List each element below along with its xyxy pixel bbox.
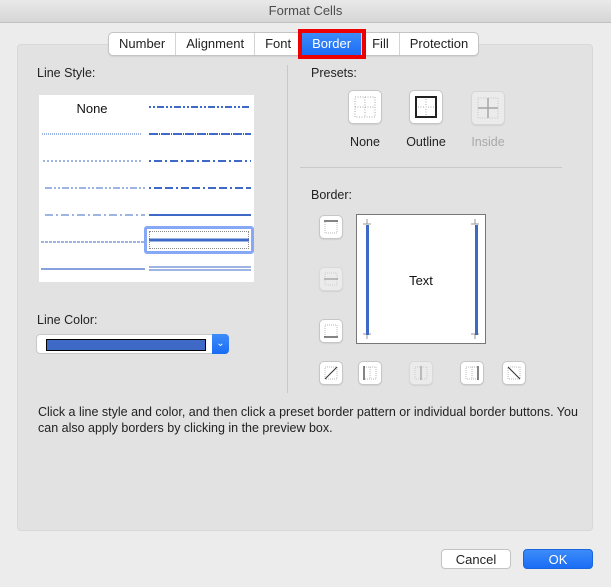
color-swatch (46, 339, 206, 351)
middle-horizontal-border-icon (324, 272, 338, 286)
preset-outline-button[interactable] (409, 90, 443, 124)
line-style-dash-dot-dot[interactable] (45, 182, 145, 194)
cancel-button[interactable]: Cancel (441, 549, 511, 569)
right-border-button[interactable] (460, 361, 484, 385)
left-border-icon (363, 366, 377, 380)
line-style-label: Line Style: (37, 66, 96, 80)
line-style-thin[interactable] (41, 263, 145, 275)
line-style-hair[interactable] (42, 128, 142, 140)
preset-outline-label: Outline (406, 135, 446, 149)
preset-inside-icon (477, 97, 499, 119)
tab-border[interactable]: Border (298, 29, 367, 59)
line-style-medium-solid-preview (149, 238, 249, 242)
chevron-down-icon[interactable]: ⌄ (212, 334, 229, 354)
line-style-dashed[interactable] (41, 236, 145, 248)
middle-horizontal-border-button[interactable] (319, 267, 343, 291)
line-style-slanted-dash-dot[interactable] (149, 128, 251, 140)
tab-font[interactable]: Font (255, 33, 303, 55)
line-style-medium-dash-dot[interactable] (149, 155, 251, 167)
help-text: Click a line style and color, and then c… (38, 405, 578, 435)
preview-text: Text (409, 273, 433, 288)
preset-none-label: None (350, 135, 380, 149)
diagonal-up-border-icon (324, 366, 338, 380)
preset-outline-icon (415, 96, 437, 118)
border-preview-box[interactable]: Text (356, 214, 486, 344)
presets-label: Presets: (311, 66, 357, 80)
line-style-dash-dot[interactable] (45, 209, 145, 221)
top-border-icon (324, 220, 338, 234)
line-color-label: Line Color: (37, 313, 98, 327)
line-style-dotted[interactable] (43, 155, 143, 167)
line-style-double[interactable] (149, 263, 251, 275)
line-style-medium-solid-selected[interactable] (144, 226, 254, 254)
section-divider (300, 167, 562, 168)
middle-vertical-border-button[interactable] (409, 361, 433, 385)
preset-none-button[interactable] (348, 90, 382, 124)
line-style-medium[interactable] (149, 209, 251, 221)
tab-alignment[interactable]: Alignment (176, 33, 256, 55)
diagonal-down-border-button[interactable] (502, 361, 526, 385)
line-style-medium-dash-dot-dot[interactable] (149, 101, 251, 113)
line-color-select[interactable]: ⌄ (36, 334, 229, 354)
diagonal-up-border-button[interactable] (319, 361, 343, 385)
column-divider (287, 65, 288, 393)
preset-inside-label: Inside (471, 135, 505, 149)
window-title: Format Cells (268, 3, 343, 18)
border-label: Border: (311, 188, 352, 202)
preset-inside-button[interactable] (471, 91, 505, 125)
line-style-list: None (39, 95, 254, 282)
bottom-border-button[interactable] (319, 319, 343, 343)
ok-button[interactable]: OK (523, 549, 593, 569)
top-border-button[interactable] (319, 215, 343, 239)
title-bar: Format Cells (0, 0, 611, 23)
line-style-none[interactable]: None (39, 101, 145, 116)
tab-number[interactable]: Number (109, 33, 177, 55)
line-style-medium-dashed[interactable] (149, 182, 251, 194)
right-border-icon (465, 366, 479, 380)
bottom-border-icon (324, 324, 338, 338)
left-border-button[interactable] (358, 361, 382, 385)
tab-protection[interactable]: Protection (400, 33, 479, 55)
preset-none-icon (354, 96, 376, 118)
diagonal-down-border-icon (507, 366, 521, 380)
middle-vertical-border-icon (414, 366, 428, 380)
tab-fill[interactable]: Fill (362, 33, 400, 55)
tab-bar: Number Alignment Font Border Fill Protec… (108, 29, 480, 59)
